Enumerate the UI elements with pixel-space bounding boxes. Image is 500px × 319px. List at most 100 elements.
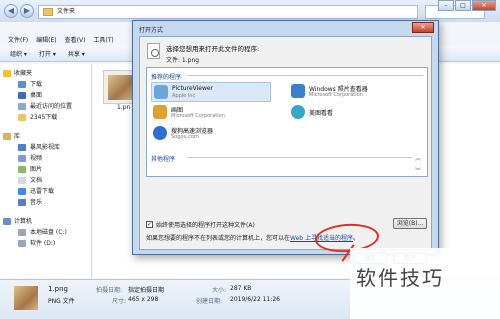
size-value: 287 KB xyxy=(230,285,252,292)
back-icon[interactable]: ◀ xyxy=(4,4,18,18)
open-with-dialog: 打开方式 ✕ 选择您想用来打开此文件的程序: 文件: 1.png 推荐的程序 P… xyxy=(132,20,439,264)
sidebar-item-drive-c[interactable]: 本地磁盘 (C:) xyxy=(0,227,91,238)
minimize-button[interactable]: – xyxy=(438,0,454,11)
group-divider xyxy=(187,157,412,158)
sidebar-label: 文档 xyxy=(30,177,43,184)
organize-button[interactable]: 组织 ▾ xyxy=(10,49,27,58)
menu-view[interactable]: 查看(V) xyxy=(65,35,86,44)
size-label: 大小: xyxy=(212,287,227,294)
maximize-button[interactable]: □ xyxy=(455,0,471,11)
hint-prefix: 如果您想要的程序不在列表或您的计算机上，您可以在 xyxy=(146,235,291,242)
sidebar-item-downloads[interactable]: 下载 xyxy=(0,79,91,90)
watermark-text: 软件技巧 xyxy=(356,266,444,290)
video-icon xyxy=(18,155,26,162)
sidebar-item-baofeng[interactable]: 暴风影视库 xyxy=(0,142,91,153)
expand-arrow-icon[interactable]: ︾ xyxy=(415,166,421,175)
menu-tools[interactable]: 工具(T) xyxy=(93,35,113,44)
pictures-icon xyxy=(18,166,26,173)
sidebar-library[interactable]: 库 xyxy=(0,131,91,142)
always-use-label: 始终使用选择的程序打开这种文件(A) xyxy=(156,222,255,229)
sidebar-item-drive-d[interactable]: 软件 (D:) xyxy=(0,238,91,249)
sogou-browser-icon xyxy=(153,126,167,140)
sidebar-label: 音乐 xyxy=(30,199,43,206)
checkbox-checked-icon[interactable]: ✓ xyxy=(146,221,153,228)
sidebar-item-documents[interactable]: 文档 xyxy=(0,175,91,186)
file-search-icon xyxy=(147,43,160,59)
dimensions-value: 465 x 298 xyxy=(128,296,159,303)
shot-date-value[interactable]: 指定拍摄日期 xyxy=(128,285,164,294)
sidebar-label: 下载 xyxy=(30,81,43,88)
app-sogou-browser[interactable]: 搜狗高速浏览器 Sogou.com xyxy=(151,124,271,144)
sidebar-label: 计算机 xyxy=(14,218,33,225)
folder-icon xyxy=(43,8,53,16)
program-list[interactable]: 推荐的程序 PictureViewer Apple Inc Windows 照片… xyxy=(146,67,428,177)
sidebar-label: 最近访问的位置 xyxy=(30,103,73,110)
meitu-icon xyxy=(291,105,305,119)
sidebar-item-recent[interactable]: 最近访问的位置 xyxy=(0,101,91,112)
sidebar-label: 库 xyxy=(14,133,21,140)
sidebar-item-xunlei[interactable]: 迅雷下载 xyxy=(0,186,91,197)
computer-icon xyxy=(3,218,11,225)
other-programs-header[interactable]: 其他程序 xyxy=(151,154,175,163)
close-button[interactable]: ✕ xyxy=(472,0,496,11)
shot-date-label: 拍摄日期: xyxy=(96,287,123,294)
detail-file-type: PNG 文件 xyxy=(48,298,75,305)
browse-button[interactable]: 浏览(B)... xyxy=(393,218,427,229)
created-value: 2019/6/22 11:26 xyxy=(230,296,280,303)
download-icon xyxy=(18,81,26,88)
forward-icon[interactable]: ▶ xyxy=(20,4,34,18)
file-name-label[interactable]: 1.pn xyxy=(117,104,130,111)
sidebar-label: 桌面 xyxy=(30,92,43,99)
music-icon xyxy=(18,199,26,206)
app-vendor: Sogou.com xyxy=(171,134,199,140)
app-vendor: Microsoft Corporation xyxy=(309,92,363,98)
dialog-close-button[interactable]: ✕ xyxy=(412,22,434,33)
app-vendor: Microsoft Corporation xyxy=(171,113,225,119)
thunder-download-icon xyxy=(18,188,26,195)
drive-icon xyxy=(18,240,26,247)
pictureviewer-icon xyxy=(154,85,168,99)
sidebar-item-videos[interactable]: 视频 xyxy=(0,153,91,164)
title-bar: ◀ ▶ 文件夹 – □ ✕ xyxy=(0,0,500,22)
open-button[interactable]: 打开 ▾ xyxy=(39,49,56,58)
star-icon xyxy=(3,70,11,77)
sidebar-item-desktop[interactable]: 桌面 xyxy=(0,90,91,101)
library-icon xyxy=(3,133,11,140)
recent-places-icon xyxy=(18,103,26,110)
folder-icon xyxy=(18,114,26,121)
sidebar-label: 迅雷下载 xyxy=(30,188,55,195)
collapse-arrow-icon[interactable]: ︽ xyxy=(415,153,421,162)
app-windows-photo-viewer[interactable]: Windows 照片查看器 Microsoft Corporation xyxy=(289,82,409,102)
dialog-prompt: 选择您想用来打开此文件的程序: xyxy=(166,45,260,53)
sidebar-item-music[interactable]: 音乐 xyxy=(0,197,91,208)
sidebar-item-2345[interactable]: 2345下载 xyxy=(0,112,91,123)
image-thumbnail xyxy=(108,75,133,100)
address-path: 文件夹 xyxy=(57,8,76,15)
detail-file-name: 1.png xyxy=(48,285,69,293)
paint-icon xyxy=(153,105,167,119)
always-use-checkbox[interactable]: ✓ 始终使用选择的程序打开这种文件(A) xyxy=(146,220,255,229)
desktop-icon xyxy=(18,92,26,99)
app-paint[interactable]: 画图 Microsoft Corporation xyxy=(151,103,271,123)
sidebar-label: 2345下载 xyxy=(30,114,58,121)
share-button[interactable]: 共享 ▾ xyxy=(68,49,85,58)
created-label: 创建日期: xyxy=(196,298,223,305)
sidebar-favorites[interactable]: 收藏夹 xyxy=(0,68,91,79)
sidebar-label: 本地磁盘 (C:) xyxy=(30,229,67,236)
dialog-file-name: 文件: 1.png xyxy=(166,57,200,64)
app-meitu-kankan[interactable]: 美图看看 xyxy=(289,103,409,123)
preview-thumbnail xyxy=(14,286,38,310)
address-bar[interactable]: 文件夹 xyxy=(38,5,418,19)
sidebar-computer[interactable]: 计算机 xyxy=(0,216,91,227)
menu-file[interactable]: 文件(F) xyxy=(8,35,28,44)
menu-edit[interactable]: 编辑(E) xyxy=(36,35,56,44)
sidebar-label: 图片 xyxy=(30,166,43,173)
app-pictureviewer[interactable]: PictureViewer Apple Inc xyxy=(151,82,271,102)
navigation-pane: 收藏夹 下载 桌面 最近访问的位置 2345下载 库 暴风影视库 视频 图片 文… xyxy=(0,64,92,278)
sidebar-label: 软件 (D:) xyxy=(30,240,56,247)
dimensions-label: 尺寸: xyxy=(112,298,127,305)
photo-viewer-icon xyxy=(291,84,305,98)
dialog-body: 选择您想用来打开此文件的程序: 文件: 1.png 推荐的程序 PictureV… xyxy=(139,36,432,264)
video-library-icon xyxy=(18,144,26,151)
sidebar-item-pictures[interactable]: 图片 xyxy=(0,164,91,175)
